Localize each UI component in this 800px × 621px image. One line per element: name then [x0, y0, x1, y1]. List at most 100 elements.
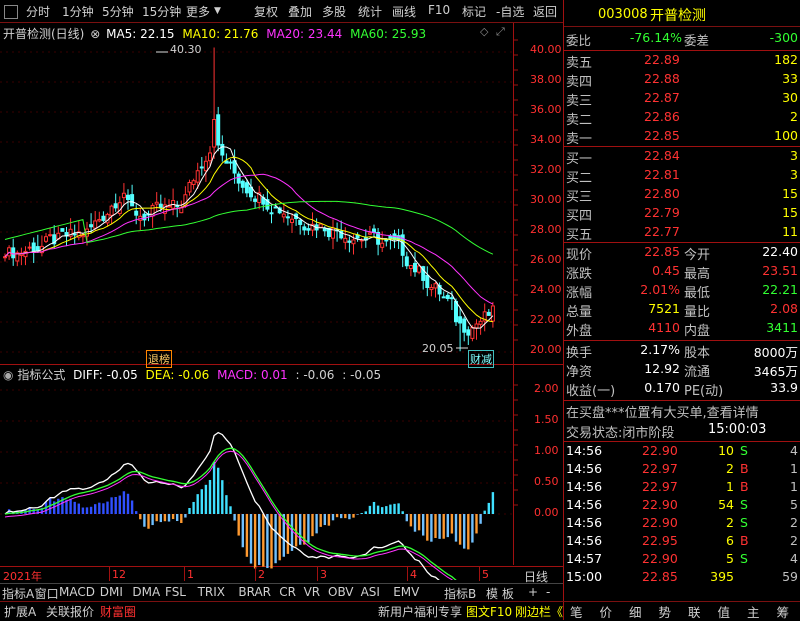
macd-tick: 2.00	[534, 382, 559, 395]
candle	[109, 205, 114, 216]
price-tick: 20.00	[530, 343, 562, 356]
trade-price: 22.95	[642, 533, 678, 548]
indicator-tab[interactable]: CR	[279, 585, 296, 599]
trade-qty: 2	[726, 515, 734, 530]
trade-count: 1	[790, 479, 798, 494]
candle	[126, 194, 130, 200]
new-user-link[interactable]: 新用户福利专享	[378, 603, 462, 620]
price-tick: 40.00	[530, 43, 562, 56]
quote-tab[interactable]: 价	[600, 602, 613, 621]
indicator-tab[interactable]: 窗口	[35, 585, 59, 602]
indicator-tab[interactable]: BRAR	[238, 585, 271, 599]
candle	[175, 205, 180, 208]
candle	[134, 210, 139, 216]
stat-label: 涨幅	[566, 286, 593, 301]
indicator-tab[interactable]: EMV	[393, 585, 419, 599]
candle	[154, 201, 159, 205]
candle	[203, 160, 208, 172]
event-tag[interactable]: 财减	[468, 350, 494, 368]
price-tick: 30.00	[530, 193, 562, 206]
candle	[384, 239, 389, 242]
price-tick: 34.00	[530, 133, 562, 146]
indicator-tab[interactable]: 模 板	[486, 585, 514, 602]
trade-qty: 6	[726, 533, 734, 548]
f10-link[interactable]: 图文F10	[466, 603, 512, 620]
quote-tab[interactable]: 筹	[777, 602, 790, 621]
ask-price: 22.88	[644, 71, 680, 86]
stat-label: 现价	[566, 248, 593, 263]
indicator-tab[interactable]: FSL	[165, 585, 186, 599]
indicator-tab[interactable]: VR	[304, 585, 321, 599]
candle	[240, 180, 245, 188]
kline-chart[interactable]	[0, 0, 563, 580]
candle	[404, 256, 409, 267]
candle	[281, 213, 286, 218]
bid-price: 22.77	[644, 224, 680, 239]
bid-qty: 3	[790, 167, 798, 182]
trade-count: 1	[790, 461, 798, 476]
trade-side: B	[740, 533, 749, 548]
expand-tab[interactable]: 扩展A	[4, 603, 36, 620]
candle	[298, 219, 303, 225]
candle	[27, 246, 32, 249]
bid-price: 22.81	[644, 167, 680, 182]
quote-tab[interactable]: 细	[629, 602, 642, 621]
candle	[220, 143, 225, 156]
candle	[433, 283, 438, 289]
trade-count: 5	[790, 497, 798, 512]
low-label: 20.05	[422, 342, 454, 355]
trade-side: S	[740, 497, 748, 512]
stat-label: PE(动)	[684, 384, 724, 399]
indicator-tab[interactable]: MACD	[59, 585, 95, 599]
bid-label: 买一	[566, 152, 593, 167]
trade-price: 22.97	[642, 461, 678, 476]
stat-label: 股本	[684, 346, 711, 361]
candle	[236, 173, 241, 184]
trade-side: S	[740, 443, 748, 458]
candle	[474, 323, 479, 329]
settings-icon[interactable]: ◉	[3, 368, 13, 382]
candle	[322, 228, 327, 232]
price-tick: 38.00	[530, 73, 562, 86]
stat-value: 4110	[648, 320, 680, 335]
candle	[285, 216, 290, 219]
indicator-tab[interactable]: TRIX	[198, 585, 225, 599]
candle	[48, 234, 53, 237]
big-order-notice[interactable]: 在买盘***位置有大买单,查看详情	[566, 402, 759, 421]
quote-tab[interactable]: 值	[718, 602, 731, 621]
stat-value: 8000万	[753, 345, 798, 360]
price-tick: 24.00	[530, 283, 562, 296]
indicator-tab[interactable]: +	[528, 585, 538, 599]
ask-price: 22.85	[644, 128, 680, 143]
bid-qty: 15	[782, 205, 798, 220]
indicator-tab[interactable]: ASI	[361, 585, 380, 599]
wealth-circle-tab[interactable]: 财富圈	[100, 603, 136, 620]
quote-tab[interactable]: 势	[659, 602, 672, 621]
indicator-tab[interactable]: -	[546, 585, 550, 599]
macd-label: MACD: 0.01	[217, 368, 288, 382]
indicator-tab[interactable]: 指标A	[2, 585, 34, 602]
bid-qty: 3	[790, 148, 798, 163]
quote-tab[interactable]: 主	[747, 602, 760, 621]
bid-label: 买二	[566, 171, 593, 186]
trade-time: 14:56	[566, 479, 603, 494]
bid-price: 22.80	[644, 186, 680, 201]
trade-side: S	[740, 551, 748, 566]
indicator-tab[interactable]: DMI	[100, 585, 123, 599]
quote-tab[interactable]: 联	[688, 602, 701, 621]
related-quote-tab[interactable]: 关联报价	[46, 603, 94, 620]
stat-value: 22.21	[762, 282, 798, 297]
candle	[449, 297, 454, 300]
quote-tab[interactable]: 笔	[570, 602, 583, 621]
indicator-tab[interactable]: 指标B	[444, 585, 476, 602]
trade-time: 15:00	[566, 569, 603, 584]
stat-label: 内盘	[684, 324, 711, 339]
stat-label: 最低	[684, 286, 711, 301]
indicator-tab[interactable]: DMA	[132, 585, 160, 599]
stat-value: 22.40	[762, 244, 798, 259]
ask-price: 22.87	[644, 90, 680, 105]
ask-price: 22.89	[644, 52, 680, 67]
indicator-tab[interactable]: OBV	[328, 585, 354, 599]
stock-code: 003008	[598, 7, 648, 22]
sidebar-link[interactable]: 刚边栏《	[515, 603, 563, 620]
